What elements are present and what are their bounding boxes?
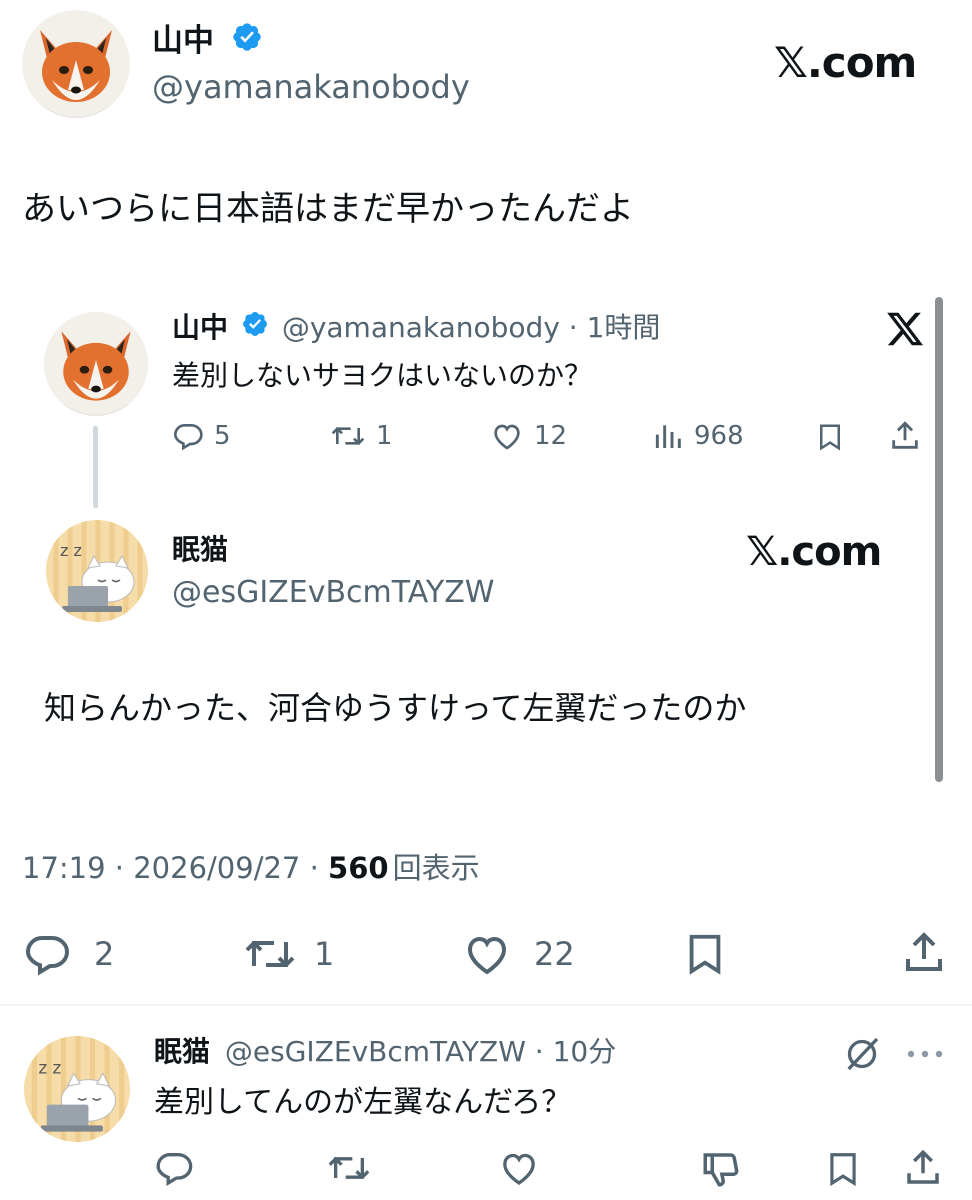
reply-avatar-cat[interactable]: z z [24, 1036, 130, 1142]
retweet-icon [331, 427, 365, 445]
main-share-button[interactable] [900, 928, 948, 982]
quoted-handle-time: @yamanakanobody · 1時間 [281, 311, 661, 344]
reply-handle-time: @esGIZEvBcmTAYZW · 10分 [224, 1035, 617, 1068]
sleeping-cat-avatar-image: z z [46, 520, 148, 622]
like-count: 12 [534, 421, 568, 451]
bookmark-button[interactable] [815, 420, 845, 458]
views-count: 968 [694, 421, 744, 451]
retweet-count: 1 [376, 421, 393, 451]
fox-avatar-image [22, 10, 130, 118]
tweet-text: あいつらに日本語はまだ早かったんだよ [22, 189, 634, 229]
main-retweet-button[interactable]: 1 [242, 930, 334, 978]
quoted-author-name: 山中 [172, 311, 229, 344]
views-label: 回表示 [392, 851, 480, 885]
bookmark-icon [820, 424, 840, 451]
svg-text:z z: z z [60, 541, 82, 560]
quoted-tweet-1-text: 差別しないサヨクはいないのか？ [172, 359, 593, 392]
verified-badge-icon [231, 21, 263, 64]
like-icon [467, 936, 507, 975]
more-icon [907, 1050, 943, 1058]
reply-like-button[interactable] [498, 1148, 540, 1192]
reply-icon [173, 424, 203, 451]
thread-connector-line [93, 426, 98, 508]
reply-icon [156, 1153, 193, 1186]
like-icon [494, 424, 520, 450]
reply-author-name: 眠猫 [154, 1035, 211, 1068]
reply-button[interactable]: 5 [172, 420, 231, 452]
quoted-tweet-1-header[interactable]: 山中 @yamanakanobody · 1時間 [172, 308, 660, 349]
main-reply-button[interactable]: 2 [22, 930, 114, 978]
bookmark-icon [830, 1153, 856, 1187]
avatar-fox[interactable] [22, 10, 130, 118]
main-retweet-count: 1 [314, 935, 335, 973]
reply-share-button[interactable] [902, 1146, 944, 1194]
xcom-brand-logo: 𝕏.com [774, 38, 917, 87]
avatar-cat[interactable]: z z [46, 520, 148, 622]
author-name-text: 山中 [152, 23, 214, 59]
more-options-button[interactable] [904, 1046, 946, 1065]
quoted-tweet-2-author[interactable]: 眠猫 [172, 530, 228, 570]
verified-badge-icon [241, 309, 269, 349]
tweet-timestamp: 17:19 · 2026/09/27 · [22, 851, 329, 885]
views-icon [655, 425, 681, 448]
bookmark-icon [689, 934, 721, 975]
main-like-button[interactable]: 22 [462, 930, 575, 978]
reply-reply-button[interactable] [154, 1148, 194, 1192]
quoted-tweet-2-text: 知らんかった、河合ゆうすけって左翼だったのか [44, 689, 747, 727]
avatar-fox-small[interactable] [44, 312, 148, 416]
share-icon [907, 1149, 939, 1184]
xcom-brand-logo-inner: 𝕏.com [746, 529, 882, 575]
share-icon [892, 421, 918, 449]
scroll-indicator [935, 297, 943, 782]
retweet-icon [328, 1157, 370, 1179]
author-handle[interactable]: @yamanakanobody [152, 66, 470, 108]
x-logo-icon [884, 309, 926, 353]
quoted-tweet-2-handle[interactable]: @esGIZEvBcmTAYZW [172, 573, 494, 613]
sleeping-cat-avatar-image: z z [24, 1036, 130, 1142]
reply-icon [25, 936, 70, 976]
share-button[interactable] [888, 418, 922, 458]
grok-button[interactable] [842, 1034, 882, 1078]
divider [0, 1004, 972, 1006]
reply-header[interactable]: 眠猫 @esGIZEvBcmTAYZW · 10分 [154, 1032, 616, 1072]
svg-text:z z: z z [39, 1058, 62, 1077]
views-button[interactable]: 968 [652, 420, 744, 452]
main-like-count: 22 [534, 935, 575, 973]
main-reply-count: 2 [94, 935, 115, 973]
share-icon [906, 932, 942, 971]
reply-count: 5 [214, 421, 231, 451]
like-icon [503, 1153, 535, 1185]
fox-avatar-image [44, 312, 148, 416]
tweet-meta: 17:19 · 2026/09/27 · 560 回表示 [22, 848, 480, 888]
reply-bookmark-button[interactable] [824, 1148, 862, 1194]
author-display-name[interactable]: 山中 [152, 20, 263, 64]
retweet-icon [245, 941, 295, 967]
main-bookmark-button[interactable] [682, 930, 728, 982]
like-button[interactable]: 12 [490, 420, 567, 452]
reply-retweet-button[interactable] [326, 1148, 372, 1192]
reply-text: 差別してんのが左翼なんだろ？ [154, 1085, 572, 1120]
reply-dislike-button[interactable] [700, 1148, 742, 1194]
views-number: 560 [328, 851, 389, 885]
retweet-button[interactable]: 1 [330, 420, 393, 452]
grok-icon [847, 1037, 879, 1071]
dislike-icon [703, 1153, 739, 1187]
